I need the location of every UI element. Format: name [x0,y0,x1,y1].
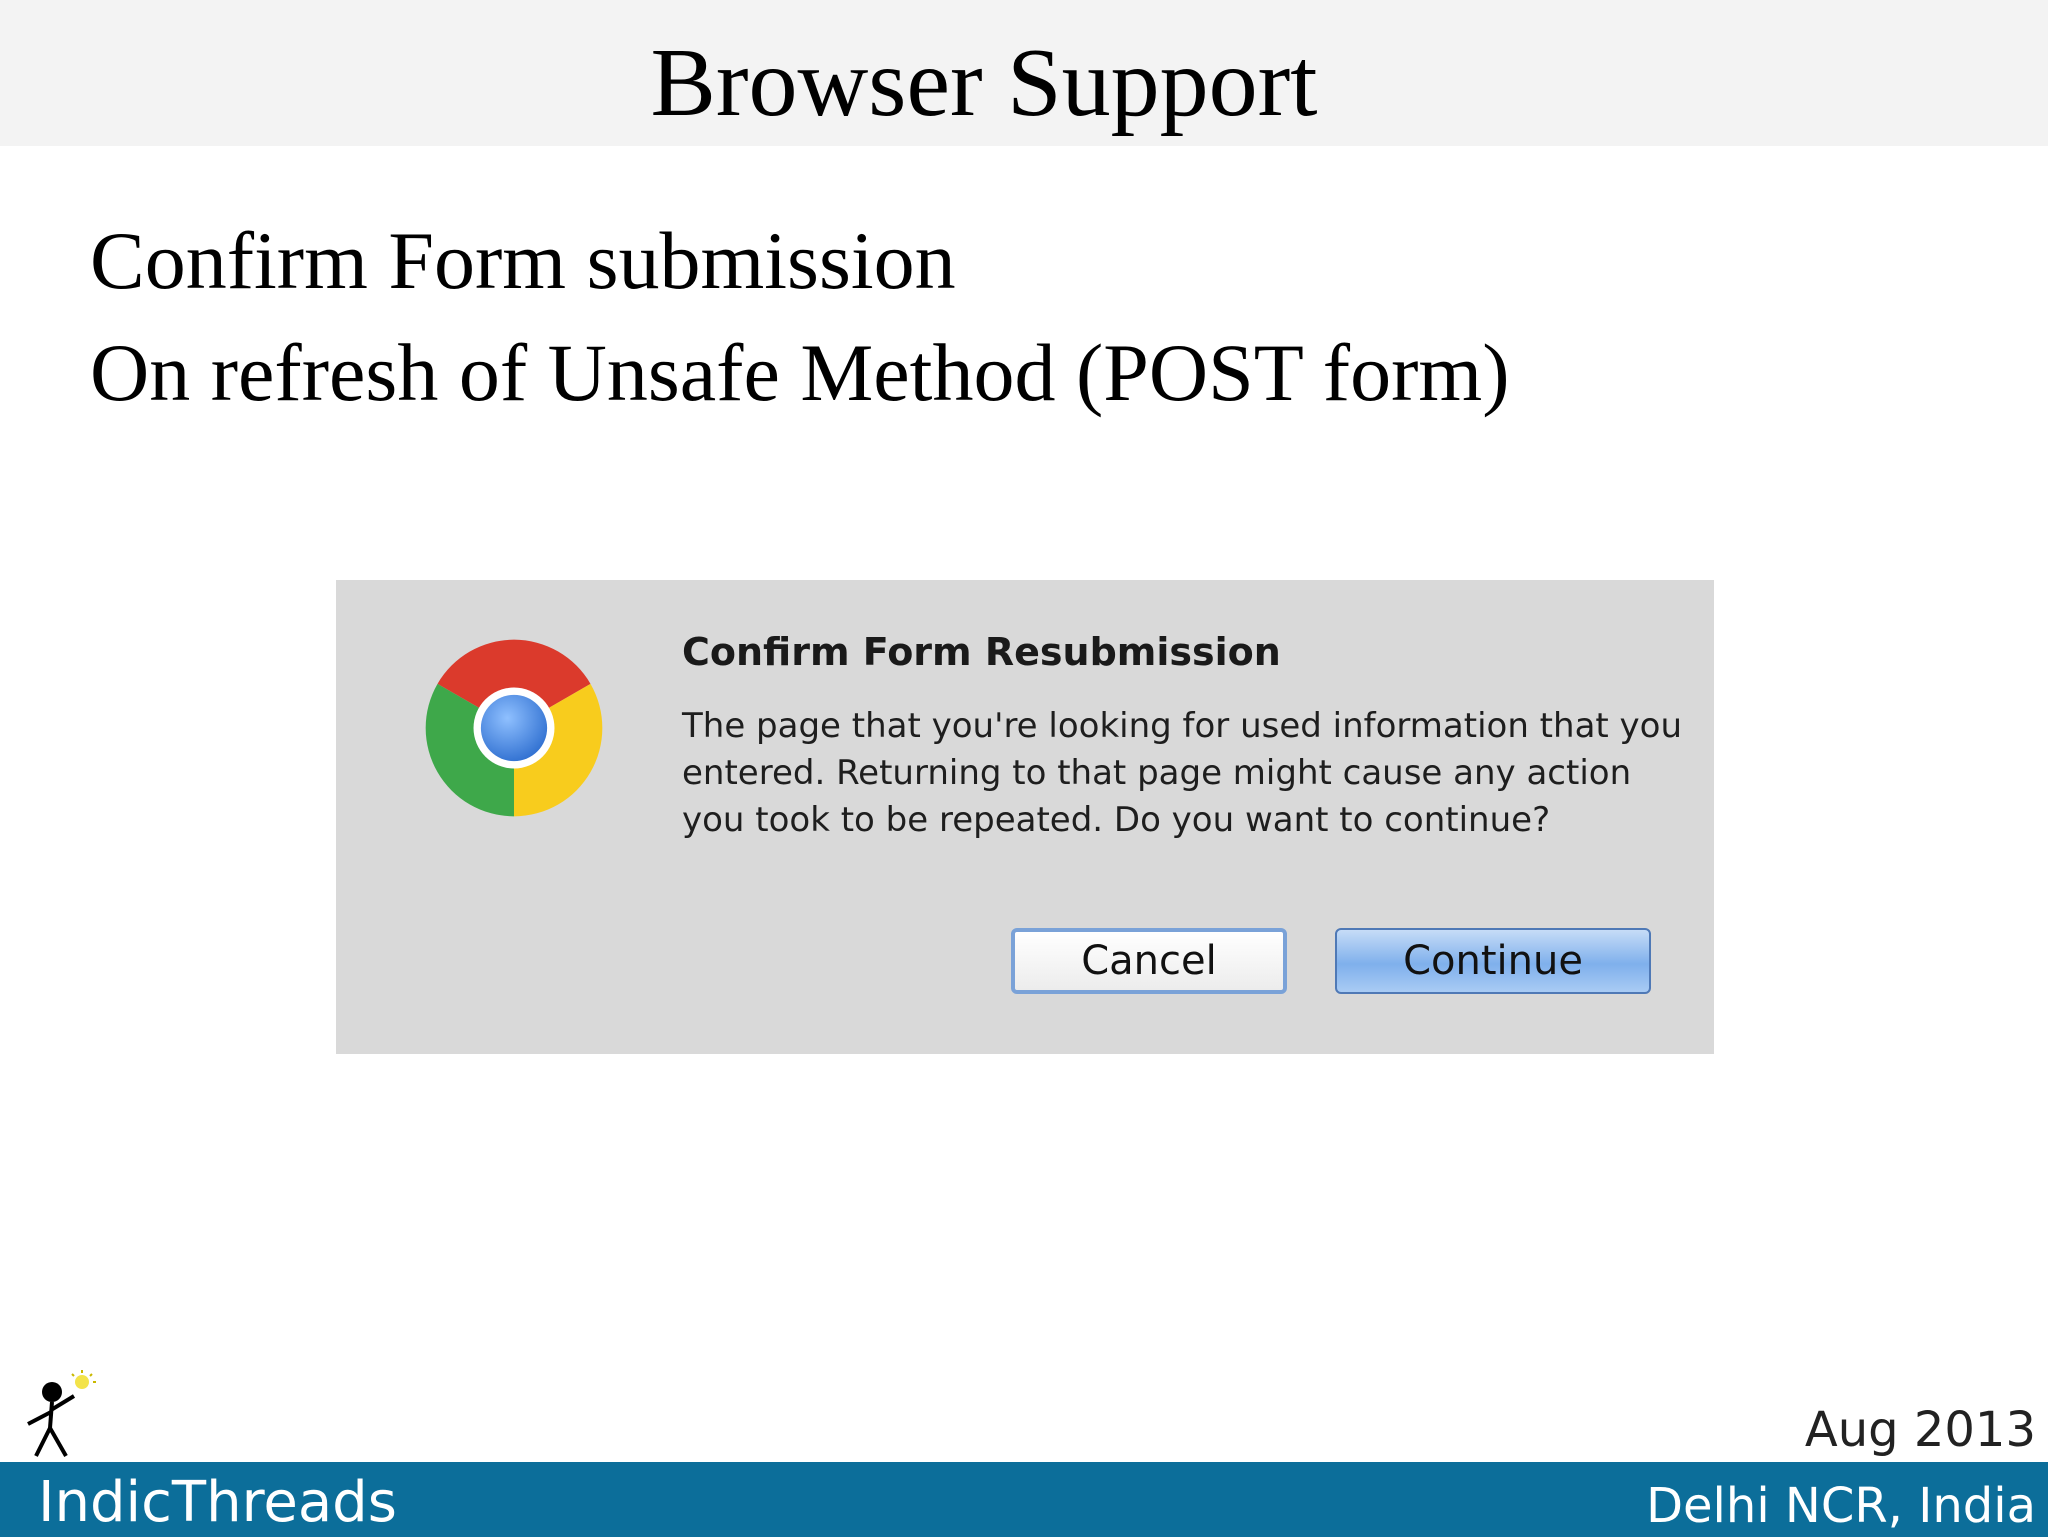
stick-figure-lightbulb-icon [27,1370,96,1457]
footer-band: IndicThreads Delhi NCR, India [0,1462,2048,1537]
brand-name: IndicThreads [38,1470,397,1535]
bullet-item: On refresh of Unsafe Method (POST form) [90,327,1510,418]
confirm-resubmission-dialog: Confirm Form Resubmission The page that … [336,580,1714,1054]
chrome-logo-icon [425,639,603,817]
dialog-title: Confirm Form Resubmission [682,630,1281,674]
location-label: Delhi NCR, India [1646,1478,2036,1534]
bullet-list: Confirm Form submission On refresh of Un… [90,205,1510,429]
cancel-button[interactable]: Cancel [1011,928,1287,994]
date-label: Aug 2013 [1804,1402,2036,1458]
bullet-item: Confirm Form submission [90,215,956,306]
continue-button[interactable]: Continue [1335,928,1651,994]
slide-title: Browser Support [650,29,1318,137]
dialog-message: The page that you're looking for used in… [682,706,1683,840]
